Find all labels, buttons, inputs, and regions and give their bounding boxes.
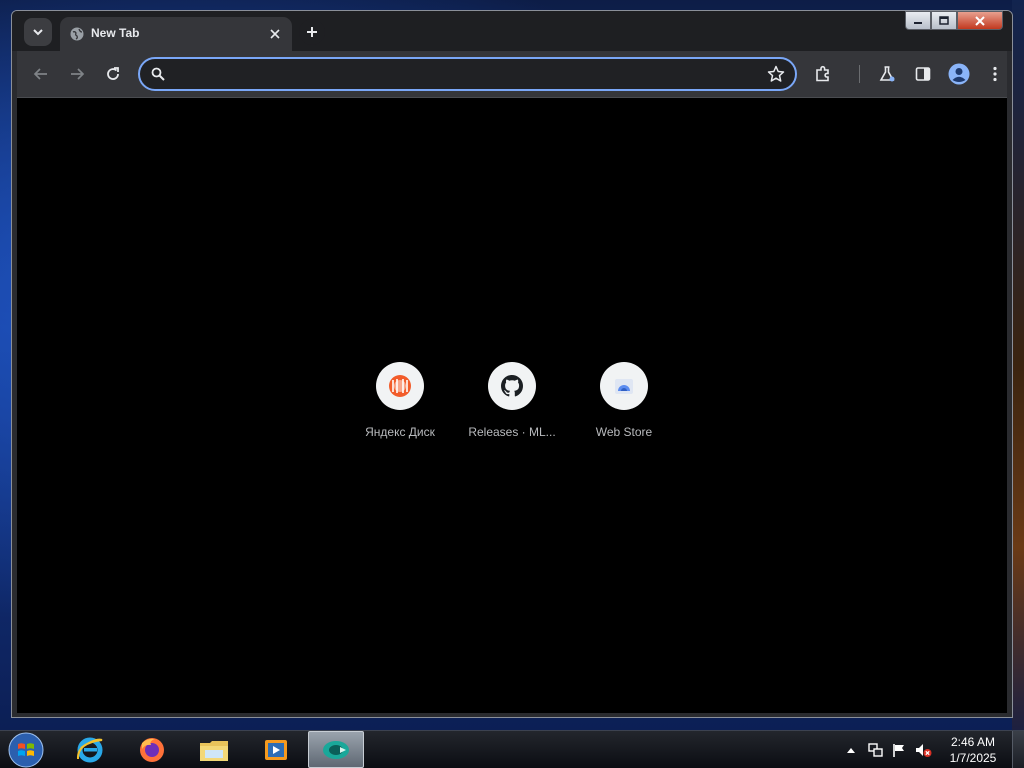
shortcut-icon-circle (376, 362, 424, 410)
taskbar-internet-explorer[interactable] (62, 731, 118, 768)
file-explorer-icon (200, 740, 228, 761)
side-panel-button[interactable] (909, 60, 937, 88)
title-bar: New Tab (12, 11, 1012, 51)
flask-icon (879, 66, 895, 82)
globe-icon (70, 27, 84, 41)
web-store-icon (615, 379, 633, 394)
volume-tray-button[interactable] (914, 741, 932, 759)
internet-explorer-icon (76, 737, 103, 762)
tab-close-button[interactable] (266, 25, 284, 43)
reload-button[interactable] (99, 60, 127, 88)
show-hidden-icons-button[interactable] (842, 741, 860, 759)
chevron-up-icon (847, 748, 855, 753)
clock-time: 2:46 AM (950, 735, 996, 749)
back-arrow-icon (33, 68, 47, 80)
labs-button[interactable] (873, 60, 901, 88)
new-tab-button[interactable] (299, 19, 325, 45)
reload-icon (107, 67, 119, 80)
new-tab-page: Яндекс Диск Releases · ML... Web Store (17, 97, 1007, 713)
extensions-button[interactable] (809, 60, 837, 88)
side-panel-icon (915, 67, 931, 81)
action-center-tray-button[interactable] (890, 741, 908, 759)
shortcut-icon-circle (600, 362, 648, 410)
close-icon (975, 15, 985, 26)
github-icon (501, 375, 523, 397)
forward-button[interactable] (63, 60, 91, 88)
shortcut-label: Яндекс Диск (365, 425, 435, 439)
plus-icon (307, 27, 317, 37)
browser-window: New Tab Яндекс Диск Releases · ML... Web… (11, 10, 1013, 718)
maximize-icon (939, 15, 949, 25)
profile-button[interactable] (945, 60, 973, 88)
taskbar-media-player[interactable] (248, 731, 304, 768)
forward-arrow-icon (71, 68, 85, 80)
puzzle-icon (816, 65, 829, 82)
yandex-disk-icon (389, 375, 411, 397)
maximize-button[interactable] (931, 11, 957, 30)
minimize-button[interactable] (905, 11, 931, 30)
shortcut-label: Web Store (595, 425, 653, 439)
shortcut-label: Releases · ML... (468, 425, 556, 439)
address-bar[interactable] (138, 57, 797, 91)
network-tray-button[interactable] (866, 741, 884, 759)
bookmark-star-icon[interactable] (767, 65, 785, 83)
shortcut-releases[interactable]: Releases · ML... (456, 362, 568, 452)
menu-button[interactable] (981, 60, 1009, 88)
taskbar-firefox[interactable] (124, 731, 180, 768)
show-desktop-button[interactable] (1012, 731, 1024, 768)
minimize-icon (914, 21, 922, 24)
close-icon (270, 29, 280, 39)
start-button[interactable] (6, 732, 46, 768)
more-vert-icon (993, 66, 997, 82)
avatar-icon (948, 63, 970, 85)
window-controls (905, 11, 1012, 31)
search-icon (151, 67, 165, 81)
taskbar-clock[interactable]: 2:46 AM 1/7/2025 (942, 734, 1004, 768)
desktop-wallpaper-edge (1012, 0, 1024, 730)
chrome-app-icon (323, 740, 349, 759)
taskbar-chrome[interactable] (308, 731, 364, 768)
system-tray (842, 731, 938, 768)
browser-toolbar (17, 51, 1007, 97)
close-window-button[interactable] (957, 11, 1003, 30)
tab-search-button[interactable] (24, 18, 52, 46)
toolbar-divider (859, 65, 860, 83)
windows-logo-icon (8, 732, 44, 768)
speaker-muted-icon (916, 744, 932, 757)
shortcut-yandex-disk[interactable]: Яндекс Диск (344, 362, 456, 452)
taskbar-file-explorer[interactable] (186, 731, 242, 768)
back-button[interactable] (27, 60, 55, 88)
chevron-down-icon (33, 29, 43, 36)
shortcut-web-store[interactable]: Web Store (568, 362, 680, 452)
flag-icon (893, 744, 904, 757)
tab-title: New Tab (91, 26, 140, 40)
network-icon (868, 743, 883, 757)
address-input[interactable] (176, 64, 746, 84)
tab-new-tab[interactable]: New Tab (60, 17, 292, 51)
shortcut-icon-circle (488, 362, 536, 410)
firefox-icon (140, 737, 164, 762)
taskbar: 2:46 AM 1/7/2025 (0, 730, 1024, 768)
media-player-icon (265, 739, 287, 760)
clock-date: 1/7/2025 (949, 751, 997, 765)
